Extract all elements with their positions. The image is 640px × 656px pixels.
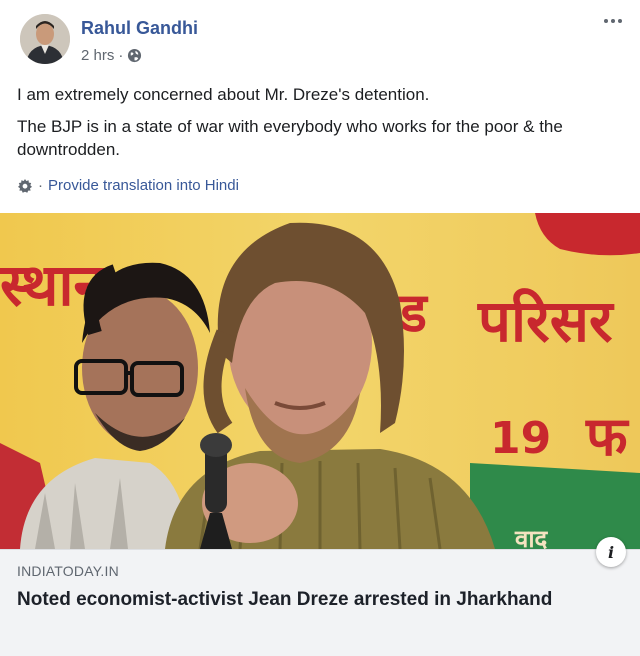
globe-icon[interactable] bbox=[127, 48, 142, 63]
link-source: INDIATODAY.IN bbox=[17, 563, 119, 579]
translate-label[interactable]: Provide translation into Hindi bbox=[48, 177, 239, 194]
facebook-post: Rahul Gandhi 2 hrs · I am extremely conc… bbox=[0, 0, 640, 656]
meta-separator: · bbox=[118, 47, 124, 64]
translation-link[interactable]: · Provide translation into Hindi bbox=[17, 177, 239, 194]
banner-text: वाद bbox=[514, 525, 549, 549]
gear-icon bbox=[17, 178, 33, 194]
banner-text: 19 bbox=[490, 413, 551, 464]
more-options-icon[interactable] bbox=[600, 14, 626, 28]
link-headline[interactable]: Noted economist-activist Jean Dreze arre… bbox=[17, 587, 577, 613]
post-image[interactable]: स्थान ड परिसर 19 फ वाद bbox=[0, 213, 640, 549]
post-paragraph: The BJP is in a state of war with everyb… bbox=[17, 117, 563, 159]
post-paragraph: I am extremely concerned about Mr. Dreze… bbox=[17, 85, 430, 104]
author-avatar[interactable] bbox=[20, 14, 70, 64]
banner-text: परिसर bbox=[477, 287, 615, 355]
post-body: I am extremely concerned about Mr. Dreze… bbox=[17, 83, 629, 170]
translate-separator: · bbox=[38, 177, 43, 194]
link-preview[interactable]: i INDIATODAY.IN Noted economist-activist… bbox=[0, 537, 640, 656]
info-icon[interactable]: i bbox=[596, 537, 626, 567]
post-meta: 2 hrs · bbox=[81, 47, 142, 64]
author-name[interactable]: Rahul Gandhi bbox=[81, 18, 198, 39]
post-header: Rahul Gandhi 2 hrs · bbox=[0, 0, 640, 76]
banner-text: फ bbox=[585, 405, 630, 468]
post-timestamp[interactable]: 2 hrs bbox=[81, 47, 114, 64]
